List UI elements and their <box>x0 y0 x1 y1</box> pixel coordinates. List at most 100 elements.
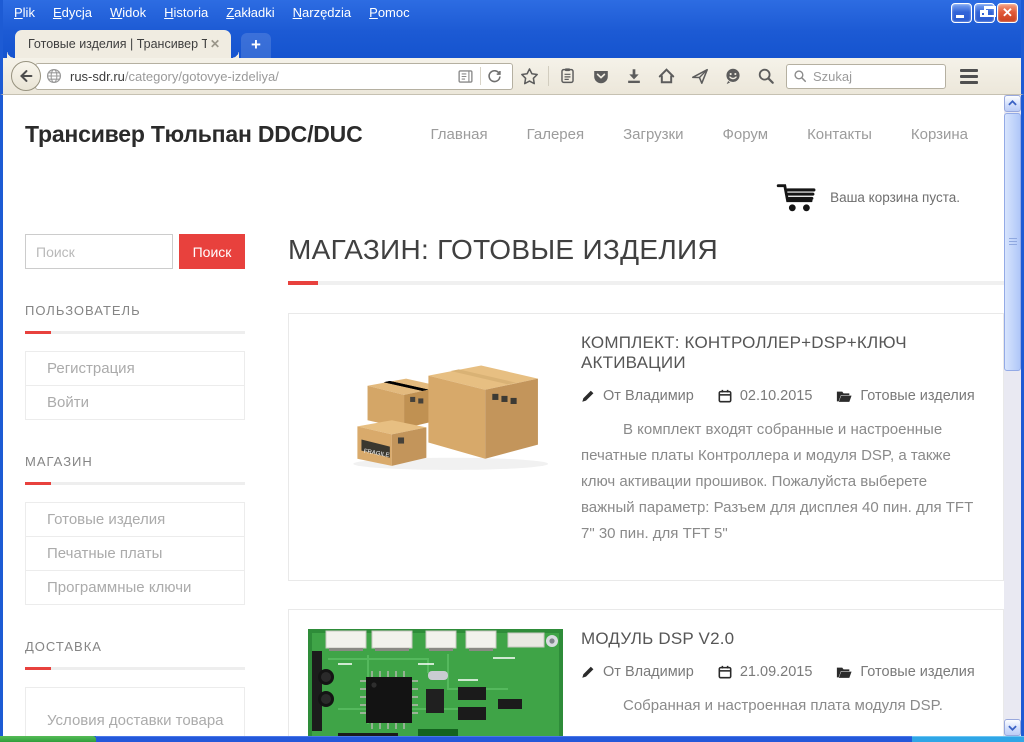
start-button-edge[interactable] <box>0 736 96 742</box>
restore-icon <box>980 10 988 17</box>
search-input[interactable] <box>813 69 923 84</box>
sidebar-item-delivery-terms[interactable]: Условия доставки товара <box>26 688 244 736</box>
restore-button[interactable] <box>974 3 995 23</box>
sidebar-item-pcbs[interactable]: Печатные платы <box>26 537 244 571</box>
meta-date: 21.09.2015 <box>718 664 813 680</box>
pocket-button[interactable] <box>584 61 617 91</box>
category-text[interactable]: Готовые изделия <box>860 388 974 404</box>
scroll-down-button[interactable] <box>1004 719 1021 736</box>
product-image-pcb[interactable] <box>308 629 563 736</box>
product-body: КОМПЛЕКТ: КОНТРОЛЛЕР+DSP+КЛЮЧ АКТИВАЦИИ … <box>581 333 984 561</box>
section-accent <box>25 667 245 670</box>
sidebar-item-login[interactable]: Войти <box>26 386 244 419</box>
url-path: /category/gotovye-izdeliya/ <box>125 69 451 84</box>
minimize-button[interactable] <box>951 3 972 23</box>
meta-category: Готовые изделия <box>836 664 974 680</box>
bookmarks-menu-button[interactable] <box>551 61 584 91</box>
sidebar-item-register[interactable]: Регистрация <box>26 352 244 386</box>
section-title: ДОСТАВКА <box>25 639 245 654</box>
author-text: От Владимир <box>603 388 694 404</box>
search-box[interactable] <box>786 64 946 89</box>
nav-gallery[interactable]: Галерея <box>527 126 585 143</box>
product-image-boxes[interactable]: FRAGILE <box>308 333 563 561</box>
sidebar-search-button[interactable]: Поиск <box>179 234 245 269</box>
page-title-accent <box>288 281 1004 285</box>
menu-help[interactable]: Pomoc <box>360 2 418 23</box>
menu-edit[interactable]: Edycja <box>44 2 101 23</box>
sidebar: Поиск ПОЛЬЗОВАТЕЛЬ Регистрация Войти МАГ… <box>25 234 245 736</box>
menu-hamburger-button[interactable] <box>956 69 982 84</box>
meta-author: От Владимир <box>581 388 694 404</box>
scroll-up-icon <box>1008 99 1017 108</box>
hello-chat-button[interactable] <box>716 61 749 91</box>
tab-active[interactable]: Готовые изделия | Трансивер Т... ✕ <box>15 30 231 58</box>
product-title[interactable]: КОМПЛЕКТ: КОНТРОЛЛЕР+DSP+КЛЮЧ АКТИВАЦИИ <box>581 333 984 373</box>
downloads-button[interactable] <box>617 61 650 91</box>
magnifier-icon <box>757 67 775 85</box>
category-text[interactable]: Готовые изделия <box>860 664 974 680</box>
smiley-chat-icon <box>724 67 742 85</box>
sidebar-search-input[interactable] <box>25 234 173 269</box>
home-button[interactable] <box>650 61 683 91</box>
section-accent <box>25 331 245 334</box>
pencil-icon <box>581 389 595 403</box>
back-arrow-icon <box>17 67 35 85</box>
sidebar-item-finished-products[interactable]: Готовые изделия <box>26 503 244 537</box>
paper-plane-icon <box>691 67 709 85</box>
sidebar-section-shop: МАГАЗИН Готовые изделия Печатные платы П… <box>25 454 245 605</box>
menu-file[interactable]: Plik <box>5 2 44 23</box>
product-description: В комплект входят собранные и настроенны… <box>581 417 984 547</box>
main-column: МАГАЗИН: ГОТОВЫЕ ИЗДЕЛИЯ <box>288 234 1004 736</box>
author-text: От Владимир <box>603 664 694 680</box>
site-title[interactable]: Трансивер Тюльпан DDC/DUC <box>25 121 363 148</box>
nav-downloads[interactable]: Загрузки <box>623 126 683 143</box>
navigation-toolbar: rus-sdr.ru /category/gotovye-izdeliya/ <box>0 58 1024 95</box>
new-tab-button[interactable]: + <box>241 33 271 58</box>
tab-close-icon[interactable]: ✕ <box>207 35 223 53</box>
menu-bar: Plik Edycja Widok Historia Zakładki Narz… <box>3 0 1021 25</box>
section-list: Готовые изделия Печатные платы Программн… <box>25 502 245 605</box>
sidebar-section-user: ПОЛЬЗОВАТЕЛЬ Регистрация Войти <box>25 303 245 420</box>
tab-bar: Готовые изделия | Трансивер Т... ✕ + <box>3 25 1021 58</box>
taskbar-edge <box>96 736 912 742</box>
site-identity-globe-icon <box>46 68 62 84</box>
back-button[interactable] <box>11 61 41 91</box>
pocket-icon <box>592 68 610 85</box>
bookmarks-clipboard-icon <box>559 67 576 85</box>
menu-tools[interactable]: Narzędzia <box>284 2 361 23</box>
page-search-button[interactable] <box>749 61 782 91</box>
url-bar[interactable]: rus-sdr.ru /category/gotovye-izdeliya/ <box>35 63 513 90</box>
product-meta: От Владимир 02.10.2015 Готовые изделия <box>581 388 984 404</box>
vertical-scrollbar[interactable] <box>1004 95 1021 736</box>
bookmark-star-button[interactable] <box>513 61 546 91</box>
nav-cart[interactable]: Корзина <box>911 126 968 143</box>
menu-bookmarks[interactable]: Zakładki <box>217 2 283 23</box>
nav-contacts[interactable]: Контакты <box>807 126 872 143</box>
product-card: МОДУЛЬ DSP V2.0 От Владимир 21.09.2015 <box>288 609 1004 736</box>
taskbar-sliver <box>0 736 1024 742</box>
share-button[interactable] <box>683 61 716 91</box>
toolbar-separator <box>548 66 549 86</box>
cart-status-text: Ваша корзина пуста. <box>830 190 960 205</box>
minimize-icon <box>956 15 964 18</box>
reader-mode-icon <box>457 68 474 85</box>
meta-date: 02.10.2015 <box>718 388 813 404</box>
sidebar-item-software-keys[interactable]: Программные ключи <box>26 571 244 604</box>
section-title: МАГАЗИН <box>25 454 245 469</box>
home-icon <box>657 67 676 85</box>
nav-home[interactable]: Главная <box>430 126 487 143</box>
reader-mode-button[interactable] <box>451 66 480 87</box>
close-button[interactable]: ✕ <box>997 3 1018 23</box>
cart-icon[interactable] <box>776 181 818 213</box>
product-title[interactable]: МОДУЛЬ DSP V2.0 <box>581 629 984 649</box>
menu-view[interactable]: Widok <box>101 2 155 23</box>
scrollbar-thumb[interactable] <box>1004 113 1021 371</box>
folder-icon <box>836 666 852 679</box>
sidebar-section-delivery: ДОСТАВКА Условия доставки товара <box>25 639 245 736</box>
download-arrow-icon <box>625 67 643 85</box>
reload-button[interactable] <box>481 67 508 86</box>
nav-forum[interactable]: Форум <box>722 126 768 143</box>
scroll-up-button[interactable] <box>1004 95 1021 112</box>
pencil-icon <box>581 665 595 679</box>
menu-history[interactable]: Historia <box>155 2 217 23</box>
